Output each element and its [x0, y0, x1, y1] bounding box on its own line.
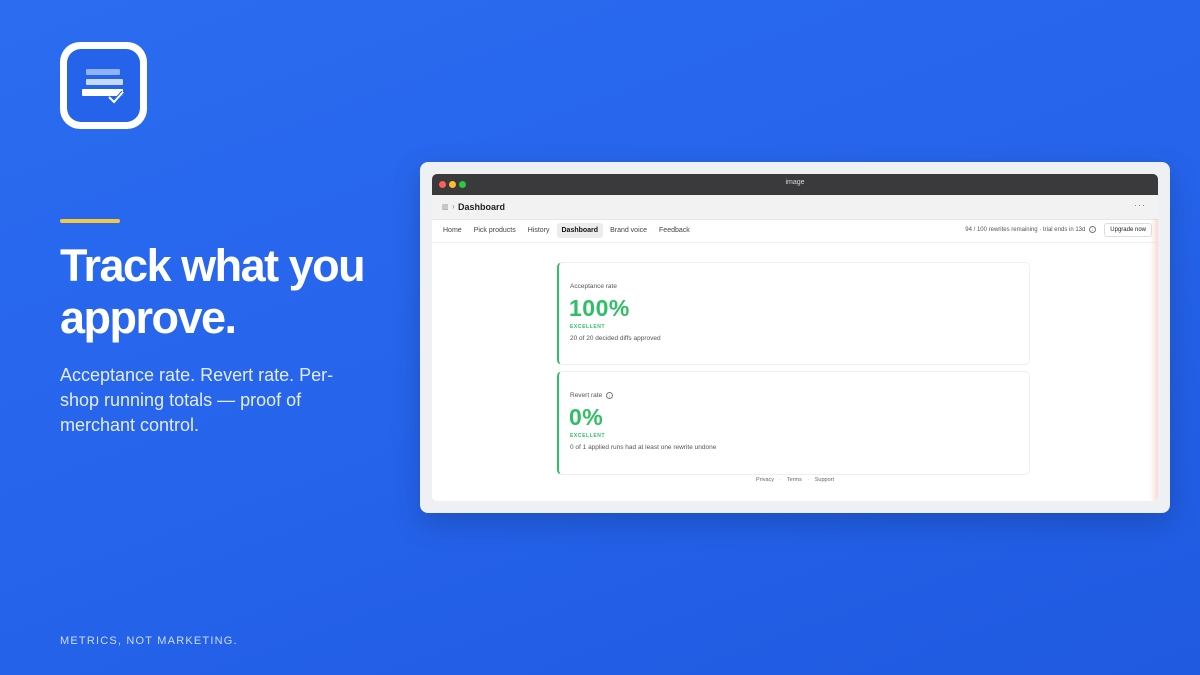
- headline: Track what you approve.: [60, 240, 366, 343]
- window-titlebar: image: [432, 174, 1158, 195]
- footer-separator: ·: [807, 477, 810, 483]
- window-edge-fade: [1150, 219, 1158, 501]
- tab-pick-products[interactable]: Pick products: [469, 223, 521, 238]
- terms-link[interactable]: Terms: [787, 477, 802, 483]
- app-icon: ▥: [442, 204, 449, 211]
- acceptance-rate-description: 20 of 20 decided diffs approved: [570, 335, 661, 342]
- support-link[interactable]: Support: [815, 477, 834, 483]
- footer-separator: ·: [779, 477, 782, 483]
- app-logo: [60, 42, 147, 129]
- revert-rate-card: Revert rate i 0% EXCELLENT 0 of 1 applie…: [557, 371, 1030, 475]
- tab-feedback[interactable]: Feedback: [654, 223, 695, 238]
- stacked-document-check-icon: [67, 49, 140, 122]
- upgrade-button[interactable]: Upgrade now: [1104, 223, 1152, 237]
- nav-bar: Home Pick products History Dashboard Bra…: [432, 220, 1158, 243]
- acceptance-rate-label: Acceptance rate: [570, 283, 617, 290]
- subtext: Acceptance rate. Revert rate. Per-shop r…: [60, 365, 334, 435]
- accent-divider: [60, 219, 120, 223]
- app-header: ▥ › Dashboard ···: [432, 195, 1158, 220]
- page-title: Dashboard: [458, 202, 506, 212]
- tab-home[interactable]: Home: [438, 223, 467, 238]
- acceptance-rate-card: Acceptance rate 100% EXCELLENT 20 of 20 …: [557, 262, 1030, 365]
- footer-links: Privacy · Terms · Support: [432, 477, 1158, 483]
- acceptance-status-badge: EXCELLENT: [570, 324, 606, 330]
- info-icon[interactable]: i: [1089, 226, 1096, 233]
- info-icon[interactable]: i: [605, 392, 613, 399]
- more-options-icon[interactable]: ···: [1134, 200, 1146, 210]
- tab-history[interactable]: History: [523, 223, 555, 238]
- usage-status: 94 / 100 rewrites remaining · trial ends…: [965, 226, 1096, 233]
- app-window: image ▥ › Dashboard ··· Home Pick produc…: [432, 174, 1158, 501]
- tab-brand-voice[interactable]: Brand voice: [605, 223, 652, 238]
- nav-tabs: Home Pick products History Dashboard Bra…: [438, 223, 695, 238]
- revert-rate-label-group: Revert rate i: [570, 392, 613, 399]
- revert-rate-description: 0 of 1 applied runs had at least one rew…: [570, 444, 717, 451]
- usage-text: 94 / 100 rewrites remaining · trial ends…: [965, 227, 1086, 234]
- privacy-link[interactable]: Privacy: [756, 477, 774, 483]
- tab-dashboard[interactable]: Dashboard: [556, 223, 604, 238]
- acceptance-rate-value: 100%: [569, 295, 630, 321]
- revert-rate-label: Revert rate: [570, 392, 603, 400]
- footer-tagline: METRICS, NOT MARKETING.: [60, 635, 238, 647]
- revert-status-badge: EXCELLENT: [570, 433, 606, 439]
- window-title: image: [785, 179, 805, 186]
- revert-rate-value: 0%: [569, 404, 604, 430]
- window-frame: image ▥ › Dashboard ··· Home Pick produc…: [420, 162, 1170, 513]
- breadcrumb-chevron-icon: ›: [452, 202, 455, 211]
